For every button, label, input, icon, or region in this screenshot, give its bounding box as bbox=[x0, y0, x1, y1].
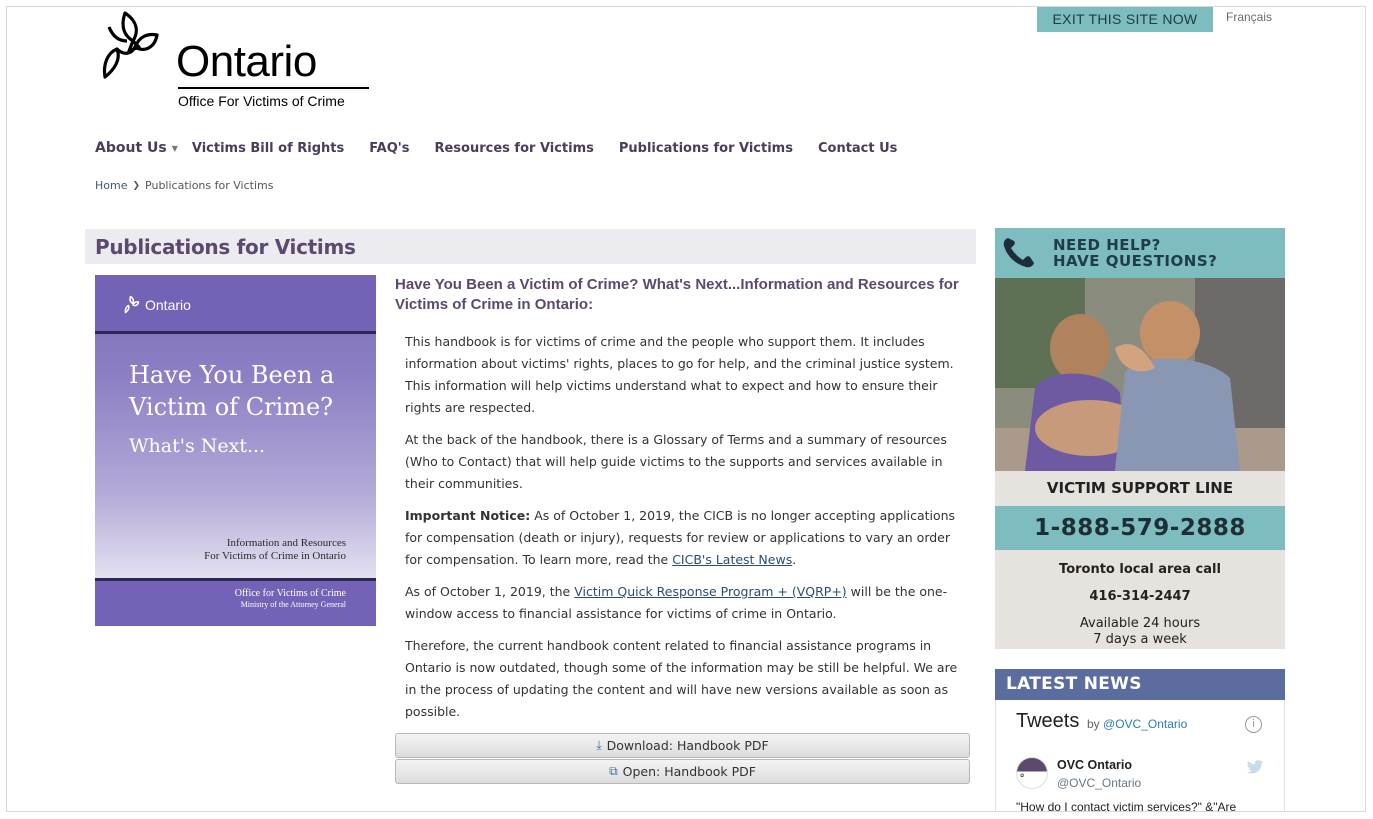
vqrp-text: As of October 1, 2019, the bbox=[405, 584, 575, 599]
cover-title: Have You Been a Victim of Crime? bbox=[129, 361, 335, 421]
support-photo-illustration bbox=[995, 278, 1285, 471]
article-paragraph: This handbook is for victims of crime an… bbox=[405, 334, 954, 415]
availability-text: Available 24 hours 7 days a week bbox=[995, 616, 1285, 648]
caret-down-icon: ▼ bbox=[171, 143, 178, 153]
victim-support-line-label: VICTIM SUPPORT LINE bbox=[995, 471, 1285, 506]
victim-support-number[interactable]: 1-888-579-2888 bbox=[995, 506, 1285, 550]
breadcrumb-current: Publications for Victims bbox=[145, 179, 274, 192]
open-pdf-button[interactable]: ⧉ Open: Handbook PDF bbox=[395, 759, 970, 784]
article-paragraph: At the back of the handbook, there is a … bbox=[405, 432, 947, 491]
important-notice-paragraph: Important Notice: As of October 1, 2019,… bbox=[405, 505, 960, 571]
nav-item-faqs[interactable]: FAQ's bbox=[369, 141, 409, 156]
vqrp-paragraph: As of October 1, 2019, the Victim Quick … bbox=[405, 581, 960, 625]
article-body: This handbook is for victims of crime an… bbox=[395, 331, 960, 723]
cover-office-line: Office for Victims of Crime bbox=[234, 588, 346, 599]
page-title: Publications for Victims bbox=[95, 235, 356, 259]
tweets-by-word: by bbox=[1087, 717, 1100, 731]
cover-office: Office for Victims of Crime Ministry of … bbox=[235, 588, 346, 610]
cover-ministry-line: Ministry of the Attorney General bbox=[240, 600, 346, 609]
nav-item-victims-bill-of-rights[interactable]: Victims Bill of Rights bbox=[192, 141, 344, 156]
page-title-bar: Publications for Victims bbox=[85, 229, 976, 264]
cover-info: Information and Resources For Victims of… bbox=[204, 537, 346, 563]
cover-top-line bbox=[95, 331, 376, 334]
cicb-latest-news-link[interactable]: CICB's Latest News bbox=[672, 552, 792, 567]
language-toggle-link[interactable]: Français bbox=[1226, 10, 1272, 24]
logo-rule bbox=[178, 87, 369, 89]
breadcrumb: Home ❯ Publications for Victims bbox=[95, 179, 273, 192]
nav-item-about-us[interactable]: About Us ▼ bbox=[95, 140, 178, 156]
cover-info-line: For Victims of Crime in Ontario bbox=[204, 550, 346, 562]
local-call-number[interactable]: 416-314-2447 bbox=[995, 589, 1285, 604]
availability-line: Available 24 hours bbox=[1079, 616, 1201, 631]
nav-item-label: About Us bbox=[95, 140, 167, 156]
article: Have You Been a Victim of Crime? What's … bbox=[395, 275, 985, 733]
availability-line: 7 days a week bbox=[1093, 632, 1187, 647]
article-paragraph: Therefore, the current handbook content … bbox=[405, 638, 958, 719]
avatar-logo-icon: ✿ bbox=[1020, 773, 1025, 779]
chevron-right-icon: ❯ bbox=[132, 180, 141, 191]
tweets-title: Tweets bbox=[1016, 710, 1080, 732]
tweets-by: by @OVC_Ontario bbox=[1087, 717, 1187, 731]
main-nav: About Us ▼ Victims Bill of Rights FAQ's … bbox=[95, 140, 922, 156]
ontario-logo[interactable]: Ontario Office For Victims of Crime bbox=[99, 7, 389, 122]
info-icon[interactable]: i bbox=[1245, 716, 1262, 733]
notice-end: . bbox=[792, 552, 797, 567]
support-photo bbox=[995, 278, 1285, 471]
cover-subtitle: What's Next... bbox=[129, 435, 266, 457]
exit-site-button[interactable]: EXIT THIS SITE NOW bbox=[1037, 7, 1213, 32]
local-call-box: Toronto local area call 416-314-2447 Ava… bbox=[995, 550, 1285, 649]
tweet-author-handle[interactable]: @OVC_Ontario bbox=[1057, 776, 1141, 790]
cover-ontario-logo: Ontario bbox=[123, 295, 191, 315]
help-line: HAVE QUESTIONS? bbox=[1053, 252, 1218, 270]
tweets-handle-link[interactable]: @OVC_Ontario bbox=[1103, 717, 1187, 731]
external-link-icon: ⧉ bbox=[609, 764, 618, 778]
logo-wordmark: Ontario bbox=[176, 37, 317, 86]
nav-item-resources-for-victims[interactable]: Resources for Victims bbox=[434, 141, 593, 156]
trillium-icon bbox=[124, 295, 140, 314]
download-icon: ⤓ bbox=[596, 738, 602, 752]
twitter-timeline: Tweets by @OVC_Ontario i ✿ OVC Ontario @… bbox=[995, 700, 1285, 812]
nav-item-contact-us[interactable]: Contact Us bbox=[818, 141, 897, 156]
download-pdf-label: Download: Handbook PDF bbox=[606, 738, 769, 753]
logo-subtitle: Office For Victims of Crime bbox=[178, 93, 345, 109]
cover-info-line: Information and Resources bbox=[226, 537, 346, 549]
open-pdf-label: Open: Handbook PDF bbox=[622, 764, 756, 779]
avatar[interactable]: ✿ bbox=[1016, 757, 1048, 789]
tweet-author-name[interactable]: OVC Ontario bbox=[1057, 758, 1132, 772]
local-call-label: Toronto local area call bbox=[1059, 562, 1221, 577]
handbook-cover-image[interactable]: Ontario Have You Been a Victim of Crime?… bbox=[95, 275, 376, 626]
help-box-text: NEED HELP? HAVE QUESTIONS? bbox=[1053, 237, 1217, 269]
help-box-header: NEED HELP? HAVE QUESTIONS? bbox=[995, 228, 1285, 278]
tweet-text: "How do I contact victim services?" &"Ar… bbox=[1016, 800, 1237, 812]
important-notice-label: Important Notice: bbox=[405, 508, 531, 523]
trillium-icon bbox=[102, 11, 159, 79]
breadcrumb-home-link[interactable]: Home bbox=[95, 179, 127, 192]
article-title: Have You Been a Victim of Crime? What's … bbox=[395, 276, 959, 313]
latest-news-header: LATEST NEWS bbox=[995, 669, 1285, 700]
page-frame: Ontario Office For Victims of Crime EXIT… bbox=[6, 6, 1366, 812]
vqrp-link[interactable]: Victim Quick Response Program + (VQRP+) bbox=[574, 584, 846, 599]
phone-icon bbox=[1003, 238, 1034, 268]
twitter-bird-icon[interactable] bbox=[1246, 760, 1264, 775]
nav-item-publications-for-victims[interactable]: Publications for Victims bbox=[619, 141, 793, 156]
cover-logo-text: Ontario bbox=[145, 297, 191, 313]
download-pdf-button[interactable]: ⤓ Download: Handbook PDF bbox=[395, 733, 970, 758]
help-line: NEED HELP? bbox=[1053, 236, 1161, 254]
